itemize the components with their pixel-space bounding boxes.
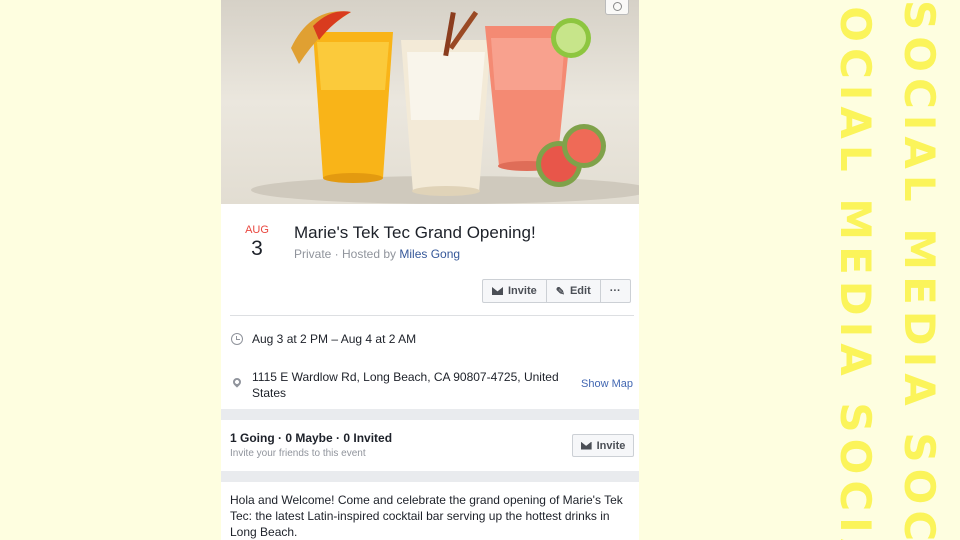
host-link[interactable]: Miles Gong [399,247,460,261]
event-subtitle: Private · Hosted by Miles Gong [294,247,460,261]
invite-label: Invite [508,285,537,297]
action-button-group: Invite ✎ Edit ··· [482,279,631,303]
decorative-background-text: SOCIAL MEDIA SOCIAL MEDIA SOCIAL MEDIA [834,0,880,540]
more-button[interactable]: ··· [601,280,630,302]
event-card: AUG 3 Marie's Tek Tec Grand Opening! Pri… [221,0,639,540]
map-pin-icon [231,376,243,388]
cover-photo [221,0,639,204]
event-title: Marie's Tek Tec Grand Opening! [294,223,536,242]
invite-button[interactable]: Invite [483,280,547,302]
section-separator [221,409,639,420]
edit-button[interactable]: ✎ Edit [547,280,601,302]
divider [230,315,634,316]
show-map-link[interactable]: Show Map [581,378,633,390]
decorative-background-text: SOCIAL MEDIA SOCIAL MEDIA SOCIAL MEDIA [898,0,944,540]
section-separator [221,471,639,482]
privacy-text: Private · Hosted by [294,247,400,261]
event-description: Hola and Welcome! Come and celebrate the… [230,493,623,539]
edit-label: Edit [569,285,591,297]
envelope-icon [492,287,503,295]
guest-summary[interactable]: 1 Going · 0 Maybe · 0 Invited [230,431,392,445]
event-address: 1115 E Wardlow Rd, Long Beach, CA 90807-… [252,370,559,400]
envelope-icon [580,441,592,450]
event-month: AUG [245,224,269,236]
clock-icon [231,333,243,345]
event-date: AUG 3 [221,224,293,261]
invite-hint: Invite your friends to this event [230,448,366,459]
camera-icon[interactable] [605,0,629,15]
pencil-icon: ✎ [555,285,565,298]
invite-friends-button[interactable]: Invite [572,434,634,457]
event-time: Aug 3 at 2 PM – Aug 4 at 2 AM [252,332,417,346]
event-day: 3 [251,237,263,260]
more-label: ··· [609,285,621,297]
invite-friends-label: Invite [596,439,626,452]
